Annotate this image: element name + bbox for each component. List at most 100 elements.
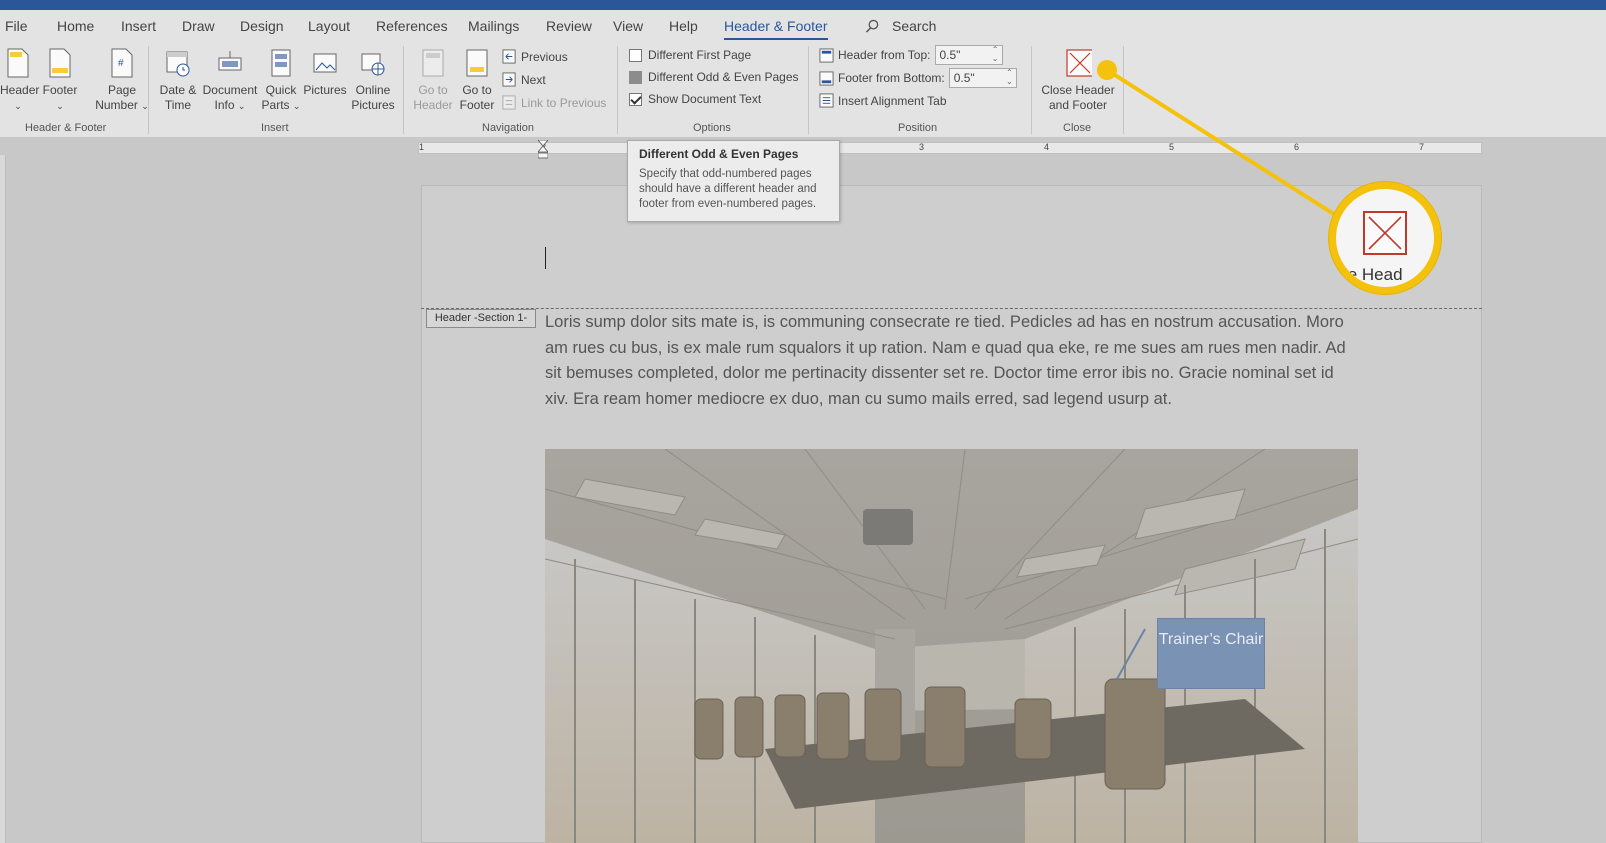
tab-layout[interactable]: Layout bbox=[308, 18, 350, 34]
next-section-icon bbox=[502, 72, 516, 87]
chevron-down-icon: ⌄ bbox=[14, 101, 22, 111]
group-label-options: Options bbox=[693, 122, 731, 134]
show-document-text-checkbox[interactable]: Show Document Text bbox=[629, 92, 761, 106]
footer-position-icon bbox=[819, 70, 834, 86]
tooltip-description: Specify that odd-numbered pages should h… bbox=[639, 168, 817, 210]
footer-icon bbox=[49, 48, 71, 78]
tab-help[interactable]: Help bbox=[669, 18, 698, 34]
trainers-chair-callout: Trainer’s Chair bbox=[1157, 618, 1265, 689]
header-from-top-label: Header from Top: bbox=[838, 48, 931, 62]
calendar-icon bbox=[166, 51, 190, 77]
tab-insert[interactable]: Insert bbox=[121, 18, 156, 34]
text-cursor bbox=[545, 247, 546, 269]
pictures-icon bbox=[313, 53, 337, 73]
document-info-button[interactable]: Document Info ⌄ bbox=[200, 48, 260, 114]
page-number-label-2: Number bbox=[95, 98, 138, 112]
go-to-footer-label-1: Go to bbox=[462, 83, 492, 97]
footer-button[interactable]: Footer ⌄ bbox=[42, 48, 78, 114]
previous-label: Previous bbox=[521, 49, 568, 64]
header-button[interactable]: Header ⌄ bbox=[0, 48, 39, 114]
group-separator bbox=[808, 46, 809, 134]
search-icon bbox=[865, 19, 879, 33]
show-document-text-label: Show Document Text bbox=[648, 92, 762, 106]
different-odd-even-label: Different Odd & Even Pages bbox=[648, 70, 799, 84]
tab-mailings[interactable]: Mailings bbox=[468, 18, 519, 34]
vertical-ruler[interactable] bbox=[0, 155, 6, 843]
tab-header-footer[interactable]: Header & Footer bbox=[724, 18, 828, 40]
tab-home[interactable]: Home bbox=[57, 18, 94, 34]
checkbox-box bbox=[629, 92, 642, 106]
footer-from-bottom-label: Footer from Bottom: bbox=[838, 71, 945, 85]
checkbox-box bbox=[629, 70, 642, 84]
go-to-footer-label-2: Footer bbox=[459, 98, 495, 112]
pictures-button[interactable]: Pictures bbox=[302, 48, 348, 98]
insert-alignment-tab-label: Insert Alignment Tab bbox=[838, 93, 947, 108]
chevron-down-icon: ⌄ bbox=[237, 101, 246, 111]
tab-design[interactable]: Design bbox=[240, 18, 284, 34]
group-label-position: Position bbox=[898, 122, 938, 134]
close-label-2: and Footer bbox=[1048, 98, 1108, 112]
online-pictures-label-2: Pictures bbox=[351, 98, 395, 112]
link-to-previous-label: Link to Previous bbox=[521, 95, 607, 110]
tab-references[interactable]: References bbox=[376, 18, 448, 34]
horizontal-ruler[interactable]: 1 2 3 4 5 6 7 bbox=[418, 140, 1482, 159]
close-header-footer-button[interactable]: Close Header and Footer bbox=[1038, 48, 1118, 113]
next-label: Next bbox=[521, 72, 546, 87]
go-to-header-icon bbox=[422, 49, 444, 77]
quick-parts-label-2: Parts bbox=[261, 98, 290, 112]
page-number-button[interactable]: # Page Number ⌄ bbox=[94, 48, 150, 114]
link-to-previous-button[interactable]: Link to Previous bbox=[502, 95, 606, 110]
search-label: Search bbox=[892, 18, 937, 34]
search-box[interactable]: Search bbox=[865, 18, 936, 34]
zoom-label: lose Head bbox=[1329, 265, 1403, 284]
indent-marker-icon[interactable] bbox=[538, 140, 548, 160]
ruler-number: 4 bbox=[1044, 142, 1050, 152]
online-pictures-label-1: Online bbox=[355, 83, 391, 97]
go-to-header-label-2: Header bbox=[413, 98, 453, 112]
different-first-page-checkbox[interactable]: Different First Page bbox=[629, 48, 751, 62]
header-from-top-input[interactable]: 0.5" bbox=[934, 45, 1003, 65]
group-separator bbox=[617, 46, 618, 134]
footer-from-bottom-input[interactable]: 0.5" bbox=[948, 68, 1017, 88]
close-label-1: Close Header bbox=[1041, 83, 1115, 97]
ruler-number: 3 bbox=[919, 142, 925, 152]
tab-file[interactable]: File bbox=[5, 18, 28, 34]
date-time-button[interactable]: Date & Time bbox=[156, 48, 200, 113]
tab-review[interactable]: Review bbox=[546, 18, 592, 34]
go-to-footer-button[interactable]: Go to Footer bbox=[455, 48, 499, 113]
previous-button[interactable]: Previous bbox=[502, 49, 568, 64]
tooltip: Different Odd & Even Pages Specify that … bbox=[627, 140, 840, 222]
chevron-down-icon: ⌄ bbox=[292, 101, 301, 111]
go-to-header-button[interactable]: Go to Header bbox=[411, 48, 455, 113]
previous-section-icon bbox=[502, 49, 516, 64]
quick-parts-button[interactable]: Quick Parts ⌄ bbox=[260, 48, 302, 114]
header-icon bbox=[7, 48, 29, 78]
document-info-icon bbox=[218, 51, 242, 71]
group-separator bbox=[403, 46, 404, 134]
online-pictures-button[interactable]: Online Pictures bbox=[348, 48, 398, 113]
page-number-label-1: Page bbox=[107, 83, 137, 97]
group-label-insert: Insert bbox=[261, 122, 289, 134]
different-odd-even-checkbox[interactable]: Different Odd & Even Pages bbox=[629, 70, 799, 84]
quick-parts-label-1: Quick bbox=[265, 83, 297, 97]
header-position-icon bbox=[819, 47, 834, 63]
alignment-tab-icon bbox=[819, 93, 834, 108]
online-pictures-icon bbox=[361, 53, 385, 76]
document-info-label-2: Info bbox=[214, 98, 235, 112]
document-body-text[interactable]: Loris sump dolor sits mate is, is commun… bbox=[545, 310, 1353, 412]
svg-text:#: # bbox=[118, 58, 124, 69]
close-icon bbox=[1066, 49, 1092, 77]
chevron-down-icon: ⌄ bbox=[56, 101, 64, 111]
document-info-label-1: Document bbox=[202, 83, 258, 97]
tab-view[interactable]: View bbox=[613, 18, 643, 34]
next-button[interactable]: Next bbox=[502, 72, 546, 87]
insert-alignment-tab-button[interactable]: Insert Alignment Tab bbox=[819, 93, 947, 108]
go-to-footer-icon bbox=[466, 49, 488, 77]
ruler-number: 1 bbox=[419, 142, 425, 152]
tab-draw[interactable]: Draw bbox=[182, 18, 215, 34]
ruler-number: 6 bbox=[1294, 142, 1300, 152]
header-section-tag: Header -Section 1- bbox=[426, 309, 536, 328]
header-boundary bbox=[421, 308, 1482, 309]
go-to-header-label-1: Go to bbox=[418, 83, 448, 97]
header-from-top-field: Header from Top: 0.5" bbox=[819, 45, 1003, 65]
